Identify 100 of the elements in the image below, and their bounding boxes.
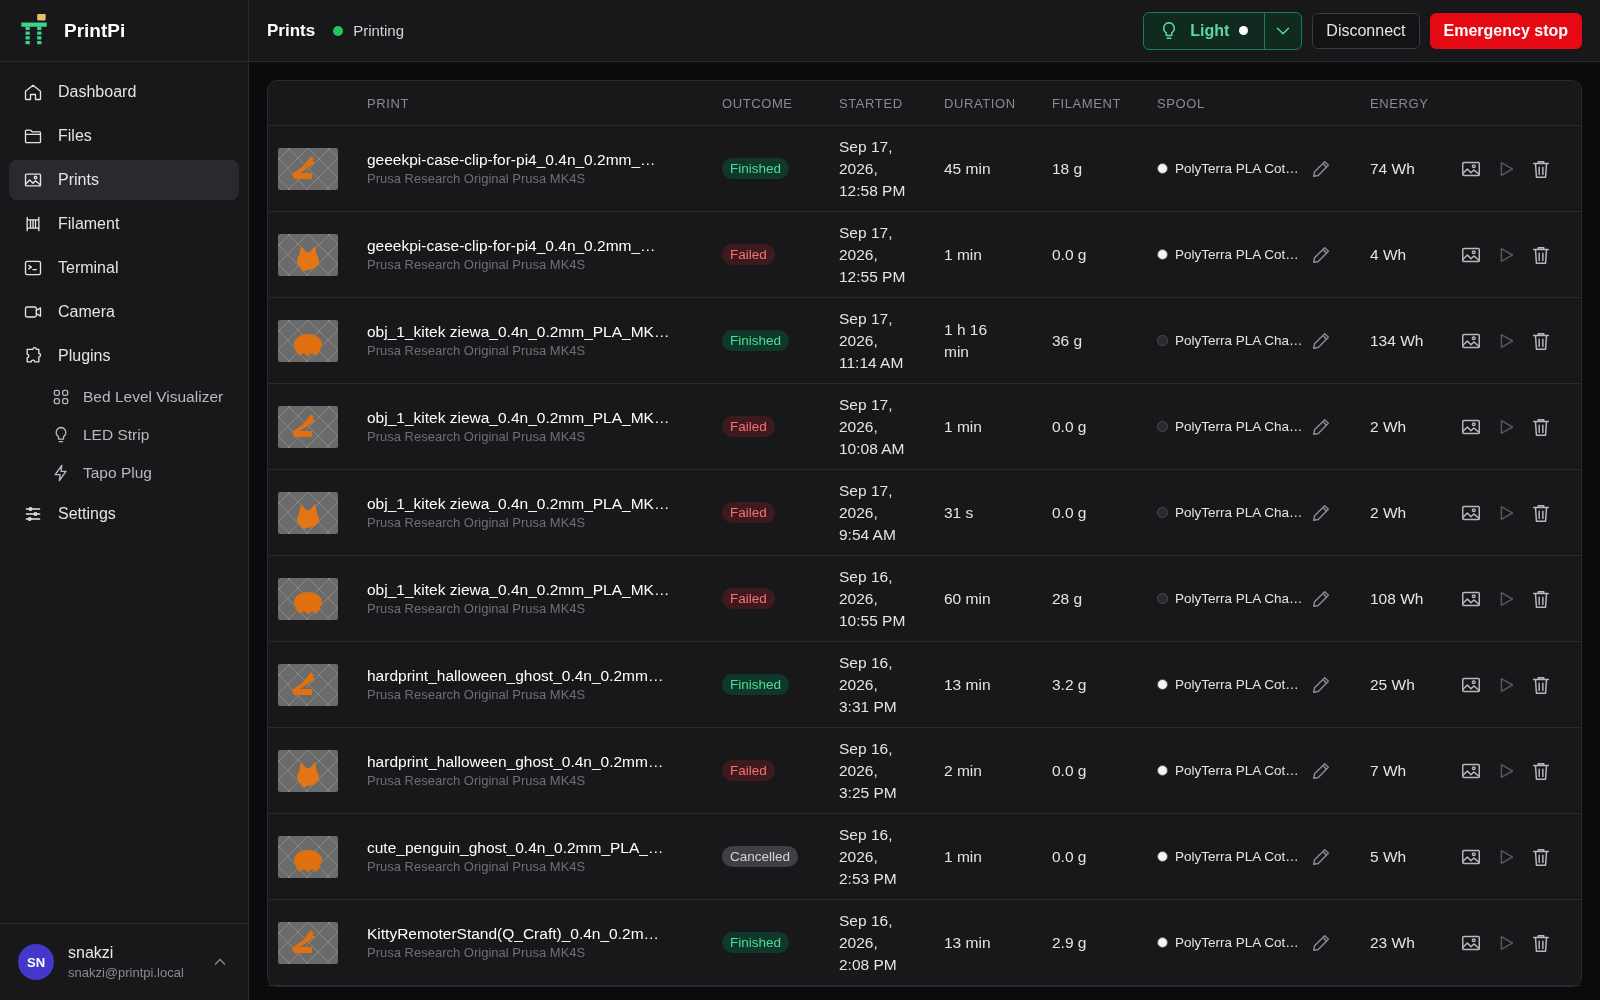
energy-cell-text: 4 Wh [1370,244,1408,265]
header-button[interactable]: Emergency stop [1429,12,1582,49]
energy-cell-text: 2 Wh [1370,502,1408,523]
filament-cell-text: 3.2 g [1052,674,1088,695]
header-button[interactable]: Disconnect [1312,12,1420,49]
print-name: geeekpi-case-clip-for-pi4_0.4n_0.2mm_… [367,237,657,255]
filament-cell-text: 0.0 g [1052,846,1088,867]
filament-cell-text: 0.0 g [1052,502,1088,523]
print-name: obj_1_kitek ziewa_0.4n_0.2mm_PLA_MK… [367,409,671,427]
energy-cell-text: 7 Wh [1370,760,1408,781]
spool-name: PolyTerra PLA Cot… [1175,677,1300,692]
spool-name: PolyTerra PLA Cha… [1175,591,1303,606]
started-cell-text: Sep 17, 2026, 12:58 PM [839,136,907,201]
printer-name: Prusa Research Original Prusa MK4S [367,773,587,788]
print-name: obj_1_kitek ziewa_0.4n_0.2mm_PLA_MK… [367,581,671,599]
started-cell-text: Sep 16, 2026, 2:08 PM [839,910,898,975]
started-cell-text: Sep 16, 2026, 3:31 PM [839,652,898,717]
print-name: obj_1_kitek ziewa_0.4n_0.2mm_PLA_MK… [367,323,671,341]
grid-icon [51,387,71,407]
printer-name: Prusa Research Original Prusa MK4S [367,945,587,960]
sidebar-item[interactable]: Dashboard [9,72,239,112]
column-header: DURATION [944,95,1017,111]
energy-cell-text: 25 Wh [1370,674,1416,695]
printer-name: Prusa Research Original Prusa MK4S [367,859,587,874]
outcome-badge: Failed [722,588,775,609]
started-cell-text: Sep 17, 2026, 11:14 AM [839,308,905,373]
print-name: geeekpi-case-clip-for-pi4_0.4n_0.2mm_… [367,151,657,169]
home-icon [23,82,43,102]
started-cell-text: Sep 16, 2026, 3:25 PM [839,738,898,803]
duration-cell-text: 1 min [944,846,983,867]
spool-name: PolyTerra PLA Cha… [1175,419,1303,434]
printer-name: Prusa Research Original Prusa MK4S [367,171,587,186]
duration-cell-text: 45 min [944,158,992,179]
energy-cell-text: 74 Wh [1370,158,1416,179]
print-name: obj_1_kitek ziewa_0.4n_0.2mm_PLA_MK… [367,495,671,513]
energy-cell-text: 134 Wh [1370,330,1425,351]
energy-cell-text: 5 Wh [1370,846,1408,867]
duration-cell-text: 2 min [944,760,983,781]
printer-name: Prusa Research Original Prusa MK4S [367,257,587,272]
started-cell-text: Sep 16, 2026, 10:55 PM [839,566,907,631]
sidebar-item[interactable]: Settings [9,494,239,534]
spool-name: PolyTerra PLA Cot… [1175,161,1300,176]
app-name: PrintPi [64,19,126,42]
outcome-badge: Finished [722,932,790,953]
duration-cell-text: 1 min [944,244,983,265]
started-cell-text: Sep 16, 2026, 2:53 PM [839,824,898,889]
duration-cell-text: 1 min [944,416,983,437]
started-cell-text: Sep 17, 2026, 9:54 AM [839,480,897,545]
duration-cell-text: 31 s [944,502,975,523]
spool-name: PolyTerra PLA Cot… [1175,763,1300,778]
column-header: OUTCOME [722,95,794,111]
user-avatar: SN [18,944,54,980]
column-header: SPOOL [1157,95,1206,111]
sidebar-subitem[interactable]: Bed Level Visualizer [9,380,239,414]
sidebar-item[interactable]: Files [9,116,239,156]
spool-name: PolyTerra PLA Cha… [1175,333,1303,348]
sidebar-subitem[interactable]: LED Strip [9,418,239,452]
sliders-icon [23,504,43,524]
filament-cell-text: 2.9 g [1052,932,1088,953]
filament-cell-text: 36 g [1052,330,1084,351]
filament-cell-text: 0.0 g [1052,416,1088,437]
filament-cell-text: 18 g [1052,158,1084,179]
energy-cell-text: 23 Wh [1370,932,1416,953]
outcome-badge: Finished [722,330,790,351]
print-name: cute_penguin_ghost_0.4n_0.2mm_PLA_… [367,839,665,857]
sidebar-item[interactable]: Plugins [9,336,239,376]
status-text: Printing [353,22,405,39]
printer-name: Prusa Research Original Prusa MK4S [367,601,587,616]
duration-cell-text: 1 h 16 min [944,319,989,362]
filament-cell-text: 0.0 g [1052,760,1088,781]
printer-name: Prusa Research Original Prusa MK4S [367,429,587,444]
column-header: PRINT [367,95,410,111]
sidebar-item[interactable]: Terminal [9,248,239,288]
energy-cell-text: 108 Wh [1370,588,1425,609]
printer-name: Prusa Research Original Prusa MK4S [367,515,587,530]
user-email: snakzi@printpi.local [68,965,185,980]
light-button[interactable]: Light [1144,12,1266,49]
page-title: Prints [267,20,316,41]
column-header: ENERGY [1370,95,1430,111]
outcome-badge: Cancelled [722,846,799,867]
terminal-icon [23,258,43,278]
energy-cell-text: 2 Wh [1370,416,1408,437]
printer-name: Prusa Research Original Prusa MK4S [367,687,587,702]
outcome-badge: Failed [722,502,775,523]
spool-name: PolyTerra PLA Cha… [1175,505,1303,520]
column-header: FILAMENT [1052,95,1123,111]
print-name: hardprint_halloween_ghost_0.4n_0.2mm… [367,753,665,771]
sidebar-item[interactable]: Filament [9,204,239,244]
spool-name: PolyTerra PLA Cot… [1175,849,1300,864]
outcome-badge: Failed [722,760,775,781]
started-cell-text: Sep 17, 2026, 10:08 AM [839,394,906,459]
duration-cell-text: 60 min [944,588,992,609]
spool-name: PolyTerra PLA Cot… [1175,247,1300,262]
sidebar-item[interactable]: Camera [9,292,239,332]
sidebar-subitem[interactable]: Tapo Plug [9,456,239,490]
duration-cell-text: 13 min [944,674,992,695]
duration-cell-text: 13 min [944,932,992,953]
printer-name: Prusa Research Original Prusa MK4S [367,343,587,358]
sidebar-item[interactable]: Prints [9,160,239,200]
started-cell-text: Sep 17, 2026, 12:55 PM [839,222,907,287]
